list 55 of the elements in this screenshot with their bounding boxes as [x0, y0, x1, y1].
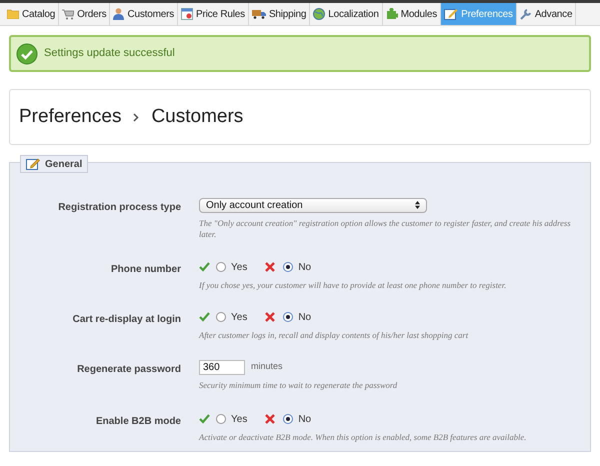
updown-arrows-icon: [415, 201, 420, 209]
cross-icon: [265, 262, 276, 272]
wrench-icon: [520, 8, 532, 20]
radio-button[interactable]: [216, 262, 226, 272]
breadcrumb-text: Customers: [151, 104, 244, 129]
radio-label: No: [298, 310, 312, 324]
help-text: If you chose yes, your customer will have to provide at least one phone number to register.: [199, 280, 508, 291]
field-label: Cart re-display at login: [72, 314, 181, 325]
globe-icon: [313, 8, 326, 20]
radio-button[interactable]: [283, 262, 294, 272]
person-icon: [113, 8, 124, 20]
help-text: The "Only account creation" registration option allows the customer to register faster, and create his address later.: [199, 218, 572, 240]
radio-label: Yes: [231, 260, 248, 274]
field-label: Registration process type: [58, 202, 181, 213]
radio-label: Yes: [231, 412, 248, 426]
message-text: Settings update successful: [44, 46, 175, 62]
radio-button[interactable]: [283, 312, 294, 322]
number-input[interactable]: 360: [199, 360, 245, 374]
help-text: Activate or deactivate B2B mode. When this option is enabled, some B2B features are available.: [199, 432, 528, 443]
check-icon: [16, 42, 38, 64]
nav-tab[interactable]: Customers: [110, 3, 178, 25]
help-text: Security minimum time to wait to regenerate the password: [199, 380, 398, 391]
cross-icon: [265, 414, 276, 424]
select-dropdown[interactable]: Only account creation: [199, 198, 427, 212]
field-label: Phone number: [110, 264, 181, 275]
cross-icon: [265, 312, 276, 322]
field-label: Regenerate password: [77, 364, 181, 375]
radio-label: Yes: [231, 310, 248, 324]
check-icon: [199, 312, 210, 322]
check-icon: [199, 262, 210, 272]
field-label: Enable B2B mode: [96, 416, 181, 427]
radio-label: No: [298, 412, 312, 426]
legend-text: General: [45, 158, 82, 172]
nav-tab[interactable]: Localization: [310, 3, 383, 25]
puzzle-icon: [386, 8, 398, 20]
check-icon: [199, 414, 210, 424]
pencil-icon: [26, 158, 40, 170]
nav-tab[interactable]: Catalog: [4, 3, 60, 25]
radio-label: No: [298, 260, 312, 274]
nav-tab[interactable]: Advance: [516, 3, 576, 25]
radio-button[interactable]: [283, 414, 294, 424]
breadcrumb-text: Preferences: [19, 104, 122, 129]
pencil-icon: [444, 8, 458, 20]
chevron-icon: [133, 112, 140, 122]
nav-tab[interactable]: Shipping: [248, 3, 310, 25]
unit-text: minutes: [251, 360, 283, 374]
nav-tab[interactable]: Price Rules: [178, 3, 249, 25]
radio-button[interactable]: [216, 414, 226, 424]
nav-tab[interactable]: Orders: [59, 3, 110, 25]
radio-button[interactable]: [216, 312, 226, 322]
help-text: After customer logs in, recall and display contents of his/her last shopping cart: [199, 330, 470, 341]
calendar-icon: [181, 8, 193, 20]
cart-icon: [62, 8, 74, 20]
truck-icon: [252, 9, 266, 19]
folder-icon: [7, 9, 19, 19]
